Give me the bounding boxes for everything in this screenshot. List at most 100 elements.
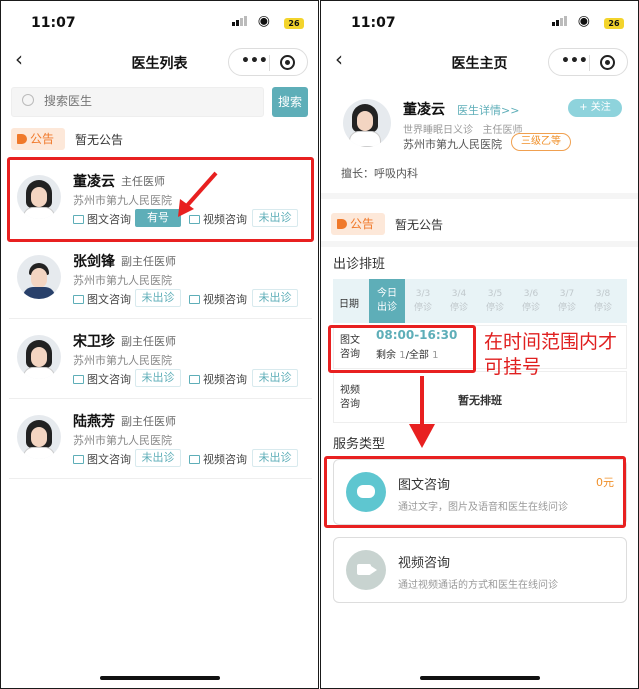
schedule-day-today[interactable]: 今日 出诊 xyxy=(369,279,405,323)
highlight-box xyxy=(7,157,314,242)
video-icon xyxy=(189,295,200,304)
text-consult-label: 图文咨询 xyxy=(73,291,131,307)
notice-badge: 公告 xyxy=(331,213,385,235)
divider xyxy=(321,193,638,199)
speaker-icon xyxy=(337,219,347,229)
avatar xyxy=(343,99,391,147)
search-input[interactable] xyxy=(44,94,244,108)
doctor-title: 副主任医师 xyxy=(121,255,176,268)
notice-text: 暂无公告 xyxy=(75,133,124,147)
mini-program-capsule: ••• xyxy=(228,48,308,76)
services-heading: 服务类型 xyxy=(333,437,386,452)
wifi-icon: ◉ xyxy=(577,13,590,29)
doctor-name: 陆燕芳 xyxy=(73,414,115,430)
notice-badge: 公告 xyxy=(11,128,65,150)
video-consult-label: 视频咨询 xyxy=(189,451,247,467)
schedule-header-row: 日期 今日 出诊 3/3 停诊 3/4 停诊 3/5 停诊 3/6 停诊 3/7 停诊 3/… xyxy=(333,279,627,323)
highlight-box xyxy=(328,325,476,373)
home-indicator xyxy=(419,676,540,680)
annotation-text: 在时间范围内才可挂号 xyxy=(484,331,618,378)
search-icon xyxy=(22,94,34,106)
video-camera-icon xyxy=(346,550,386,590)
schedule-day[interactable]: 3/5 停诊 xyxy=(477,287,513,315)
text-consult-label: 图文咨询 xyxy=(73,371,131,387)
video-consult-label: 视频咨询 xyxy=(189,291,247,307)
doctor-title: 副主任医师 xyxy=(121,415,176,428)
doctor-hospital: 苏州市第九人民医院 xyxy=(73,274,172,287)
doctor-card[interactable]: 陆燕芳 副主任医师 苏州市第九人民医院 图文咨询 未出诊 视频咨询 未出诊 xyxy=(9,401,312,479)
video-consult-label: 视频咨询 xyxy=(189,371,247,387)
nav-bar: ‹ 医生主页 ••• xyxy=(321,45,638,81)
battery-icon: 26 xyxy=(284,18,304,29)
schedule-day[interactable]: 3/6 停诊 xyxy=(513,287,549,315)
doctor-detail-link[interactable]: 医生详情>> xyxy=(457,102,519,118)
status-bar: 11:07 ◉ 26 xyxy=(1,1,318,45)
text-consult-status[interactable]: 未出诊 xyxy=(135,449,181,467)
wifi-icon: ◉ xyxy=(257,13,270,29)
speaker-icon xyxy=(17,134,27,144)
close-target-icon[interactable] xyxy=(280,55,295,70)
image-text-icon xyxy=(73,455,84,464)
mini-program-capsule: ••• xyxy=(548,48,628,76)
home-indicator xyxy=(99,676,220,680)
doctor-title: 副主任医师 xyxy=(121,335,176,348)
search-box xyxy=(11,87,264,117)
image-text-icon xyxy=(73,375,84,384)
highlight-box xyxy=(324,456,626,528)
doctor-specialty: 擅长：呼吸内科 xyxy=(341,167,418,180)
video-consult-status[interactable]: 未出诊 xyxy=(252,449,298,467)
video-consult-status[interactable]: 未出诊 xyxy=(252,289,298,307)
doctor-list-screen: 11:07 ◉ 26 ‹ 医生列表 ••• 搜索 公告 暂无公告 董凌云 主任医… xyxy=(0,0,319,689)
search-bar: 搜索 xyxy=(11,86,308,118)
schedule-day[interactable]: 3/8 停诊 xyxy=(585,287,621,315)
doctor-hospital: 苏州市第九人民医院 xyxy=(73,434,172,447)
battery-icon: 26 xyxy=(604,18,624,29)
notice-bar: 公告 暂无公告 xyxy=(11,128,211,152)
notice-text: 暂无公告 xyxy=(395,218,444,232)
close-target-icon[interactable] xyxy=(600,55,615,70)
doctor-dept: 世界睡眠日义诊 主任医师 xyxy=(403,125,523,136)
text-consult-label: 图文咨询 xyxy=(73,451,131,467)
doctor-profile-card: 董凌云 医生详情>> + 关注 世界睡眠日义诊 主任医师 苏州市第九人民医院 三… xyxy=(331,91,628,191)
text-consult-status[interactable]: 未出诊 xyxy=(135,369,181,387)
status-time: 11:07 xyxy=(351,15,396,31)
no-schedule-text: 暂无排班 xyxy=(458,394,502,407)
avatar xyxy=(17,415,61,459)
signal-icon xyxy=(232,16,247,26)
more-icon[interactable]: ••• xyxy=(241,53,268,69)
text-consult-status[interactable]: 未出诊 xyxy=(135,289,181,307)
schedule-day[interactable]: 3/7 停诊 xyxy=(549,287,585,315)
service-title: 视频咨询 xyxy=(398,556,451,571)
video-consult-status[interactable]: 未出诊 xyxy=(252,369,298,387)
red-arrow-icon xyxy=(178,171,218,217)
doctor-hospital: 苏州市第九人民医院 xyxy=(403,138,502,151)
doctor-name: 张剑锋 xyxy=(73,254,115,270)
service-desc: 通过视频通话的方式和医生在线问诊 xyxy=(398,580,558,591)
status-bar: 11:07 ◉ 26 xyxy=(321,1,638,45)
notice-bar: 公告 暂无公告 xyxy=(331,213,531,237)
doctor-hospital: 苏州市第九人民医院 xyxy=(73,354,172,367)
follow-button[interactable]: + 关注 xyxy=(568,99,622,117)
doctor-name: 董凌云 xyxy=(403,102,445,118)
hospital-grade-badge: 三级乙等 xyxy=(511,133,571,151)
red-down-arrow-icon xyxy=(409,376,435,448)
search-button[interactable]: 搜索 xyxy=(272,87,308,117)
service-video-consult[interactable]: 视频咨询 通过视频通话的方式和医生在线问诊 xyxy=(333,537,627,603)
video-icon xyxy=(189,375,200,384)
date-label: 日期 xyxy=(339,299,359,310)
status-time: 11:07 xyxy=(31,15,76,31)
more-icon[interactable]: ••• xyxy=(561,53,588,69)
avatar xyxy=(17,335,61,379)
divider xyxy=(321,241,638,247)
video-icon xyxy=(189,455,200,464)
schedule-day[interactable]: 3/3 停诊 xyxy=(405,287,441,315)
image-text-icon xyxy=(73,295,84,304)
schedule-day[interactable]: 3/4 停诊 xyxy=(441,287,477,315)
doctor-card[interactable]: 张剑锋 副主任医师 苏州市第九人民医院 图文咨询 未出诊 视频咨询 未出诊 xyxy=(9,241,312,319)
schedule-heading: 出诊排班 xyxy=(333,257,386,272)
doctor-name: 宋卫珍 xyxy=(73,334,115,350)
signal-icon xyxy=(552,16,567,26)
avatar xyxy=(17,255,61,299)
nav-bar: ‹ 医生列表 ••• xyxy=(1,45,318,81)
doctor-card[interactable]: 宋卫珍 副主任医师 苏州市第九人民医院 图文咨询 未出诊 视频咨询 未出诊 xyxy=(9,321,312,399)
